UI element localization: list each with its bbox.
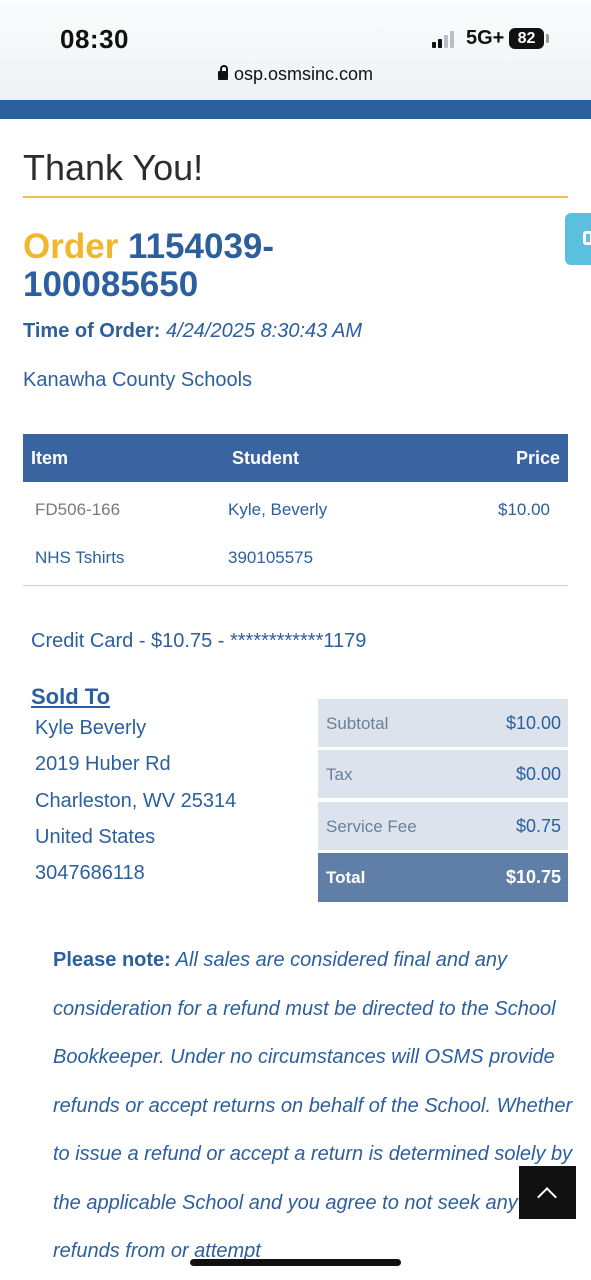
note-label: Please note: xyxy=(53,949,171,971)
feedback-tab-icon xyxy=(583,231,591,245)
sold-to-street: 2019 Huber Rd xyxy=(35,753,171,775)
row-2-item: NHS Tshirts xyxy=(35,548,125,567)
tax-value: $0.00 xyxy=(515,764,561,784)
header-price: Price xyxy=(515,448,560,468)
sold-to-phone: 3047686118 xyxy=(35,862,145,884)
time-of-order: Time of Order: 4/24/2025 8:30:43 AM xyxy=(23,320,362,343)
url-bar[interactable]: osp.osmsinc.com xyxy=(0,64,591,85)
summary-service-fee: Service Fee $0.75 xyxy=(318,802,568,850)
cellular-signal-icon xyxy=(432,31,454,48)
row-1-student: Kyle, Beverly xyxy=(228,500,328,519)
back-to-top-button[interactable] xyxy=(519,1166,576,1219)
battery-icon: 82 xyxy=(509,28,544,49)
table-divider xyxy=(23,585,568,586)
time-of-order-value: 4/24/2025 8:30:43 AM xyxy=(166,320,363,342)
sold-to-title: Sold To xyxy=(31,684,111,709)
note-text: All sales are considered final and any c… xyxy=(53,949,573,1262)
order-label: Order xyxy=(23,227,119,266)
payment-line: Credit Card - $10.75 - ************1179 xyxy=(31,630,367,652)
summary-tax: Tax $0.00 xyxy=(318,750,568,798)
refund-note: Please note: All sales are considered fi… xyxy=(53,936,573,1276)
summary-total: Total $10.75 xyxy=(318,853,568,902)
url-text: osp.osmsinc.com xyxy=(233,64,374,84)
row-2-student: 390105575 xyxy=(228,548,314,567)
lock-icon xyxy=(217,65,228,80)
subtotal-label: Subtotal xyxy=(326,714,389,733)
summary-subtotal: Subtotal $10.00 xyxy=(318,699,568,747)
row-1-price: $10.00 xyxy=(498,500,550,519)
service-fee-value: $0.75 xyxy=(515,816,561,836)
site-header-band xyxy=(0,100,591,119)
time-of-order-label: Time of Order: xyxy=(23,320,161,342)
sold-to-city: Charleston, WV 25314 xyxy=(35,790,237,812)
order-number: Order 1154039-100085650 xyxy=(23,228,323,304)
sold-to-country: United States xyxy=(35,826,156,848)
table-header: Item Student Price xyxy=(23,434,568,482)
home-indicator[interactable] xyxy=(190,1259,401,1266)
header-student: Student xyxy=(232,448,299,468)
network-type: 5G+ xyxy=(466,27,505,49)
header-item: Item xyxy=(31,448,69,468)
page-title: Thank You! xyxy=(23,147,204,188)
total-value: $10.75 xyxy=(505,867,561,887)
school-name: Kanawha County Schools xyxy=(23,369,253,391)
row-1-item: FD506-166 xyxy=(35,500,121,519)
total-label: Total xyxy=(326,868,366,887)
tax-label: Tax xyxy=(326,765,353,784)
clock: 08:30 xyxy=(60,24,129,54)
service-fee-label: Service Fee xyxy=(326,817,417,836)
status-bar: 08:30 5G+ 82 osp.osmsinc.com xyxy=(0,0,591,100)
subtotal-value: $10.00 xyxy=(505,713,561,733)
title-divider xyxy=(23,196,568,198)
chevron-up-icon xyxy=(537,1187,557,1207)
battery-tip xyxy=(546,34,549,43)
feedback-tab[interactable] xyxy=(565,213,591,265)
sold-to-name: Kyle Beverly xyxy=(35,717,147,739)
